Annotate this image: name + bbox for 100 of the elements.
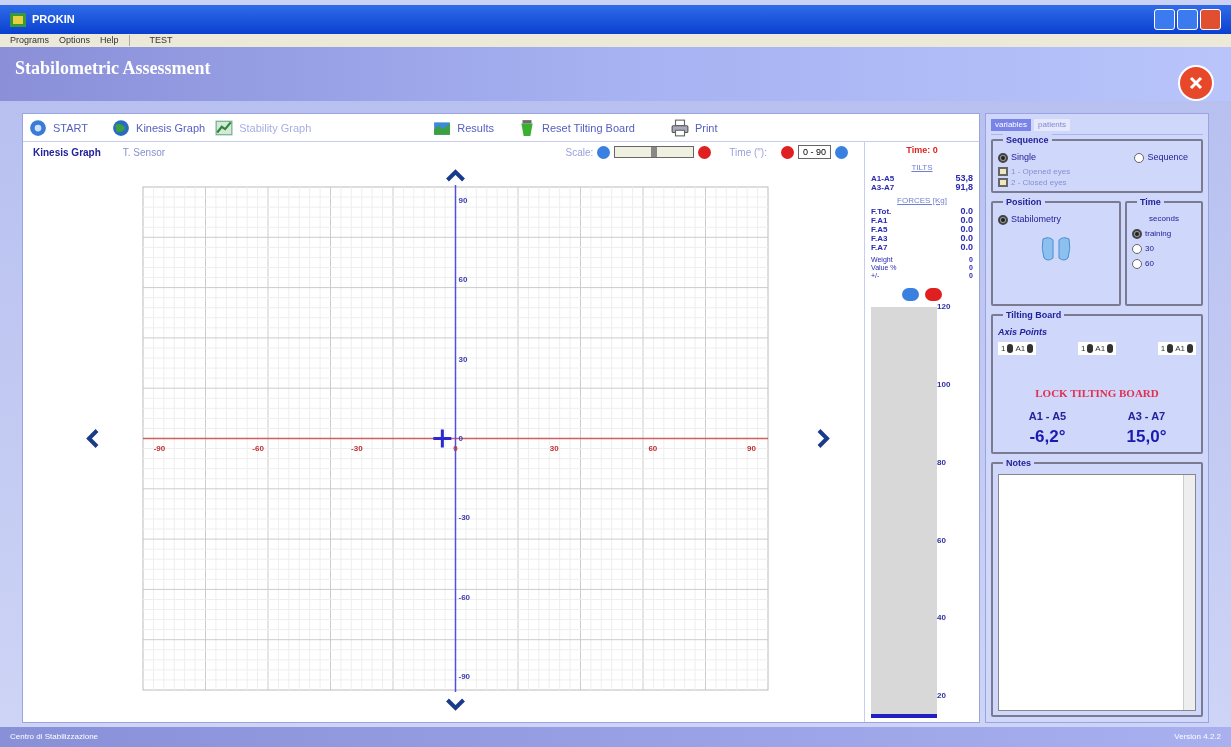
header-title: Stabilometric Assessment	[15, 57, 211, 81]
feet-icon	[1039, 236, 1073, 263]
menu-item[interactable]: Programs	[10, 34, 49, 48]
gauge-tick-label: 60	[937, 536, 947, 545]
value-label: F.A5	[871, 224, 888, 234]
line-chart-icon	[215, 118, 234, 137]
gauge-tick-label: 40	[937, 614, 947, 623]
gauge-tick-label: 80	[937, 458, 947, 467]
radio-option[interactable]: Stabilometry	[998, 212, 1114, 227]
menu-item[interactable]: Help	[100, 34, 119, 48]
y-tick-label: 0	[458, 434, 463, 444]
scale-slider[interactable]	[614, 146, 695, 159]
increase-button[interactable]	[835, 145, 848, 159]
toolbar-button[interactable]: Results	[433, 118, 494, 137]
scale-label: Scale:	[565, 145, 594, 160]
value-text: 53,8	[955, 173, 973, 183]
angle-label: A1 - A5	[1027, 408, 1068, 424]
spinner-field[interactable]: 1 A1	[1077, 342, 1117, 356]
time-field[interactable]: 0 - 90	[798, 145, 831, 160]
angle-value: 15,0°	[1125, 426, 1168, 449]
radio-button[interactable]	[998, 214, 1008, 225]
globe-icon	[112, 118, 131, 137]
toolbar-button[interactable]: Print	[670, 118, 718, 137]
y-tick-label: -60	[458, 593, 471, 603]
radio-option[interactable]: training	[1132, 227, 1196, 240]
radio-option[interactable]: 30	[1132, 242, 1196, 255]
maximize-button[interactable]	[1177, 9, 1198, 31]
radio-button[interactable]	[998, 153, 1008, 164]
y-tick-label: -30	[458, 513, 471, 523]
radio-option[interactable]: 60	[1132, 257, 1196, 270]
toolbar-button[interactable]: Kinesis Graph	[112, 118, 206, 137]
close-icon	[1188, 75, 1204, 92]
spin-icon[interactable]	[1087, 344, 1094, 354]
decrease-button[interactable]	[698, 145, 712, 159]
minimize-button[interactable]	[1154, 9, 1175, 31]
close-button[interactable]	[1178, 65, 1214, 102]
y-tick-label: 30	[458, 355, 468, 364]
slider-thumb[interactable]	[651, 147, 658, 158]
radio-button[interactable]	[1132, 228, 1142, 239]
y-tick-label: 60	[458, 275, 468, 285]
spin-icon[interactable]	[1167, 344, 1174, 354]
spinner-field[interactable]: 1 A1	[998, 342, 1037, 356]
toolbar-button[interactable]: START	[29, 118, 89, 137]
app-icon	[10, 12, 26, 27]
value-text: 0.0	[960, 215, 973, 225]
value-label: F.A1	[871, 215, 888, 225]
radio-button[interactable]	[1132, 243, 1142, 254]
value-label: F.A7	[871, 242, 888, 252]
value-label: A3-A7	[871, 182, 895, 192]
circle-icon	[29, 118, 47, 137]
angle-value: -6,2°	[1028, 426, 1067, 449]
gauge-tick-label: 120	[937, 302, 951, 311]
subtitle: Axis Points	[998, 325, 1048, 339]
radio-button[interactable]	[1132, 258, 1142, 269]
gauge-tick-label: 20	[937, 692, 947, 701]
x-tick-label: 90	[747, 443, 756, 453]
decrease-button[interactable]	[781, 145, 794, 159]
radio-option[interactable]: Sequence	[1134, 151, 1188, 165]
group-title: Tilting Board	[1003, 308, 1065, 323]
section-title: TILTS	[910, 161, 934, 174]
spin-icon[interactable]	[1187, 344, 1193, 354]
value-label: F.Tot.	[871, 206, 892, 216]
printer-icon	[670, 118, 689, 137]
menu-item[interactable]: TEST	[149, 34, 173, 48]
timer-text: Time: 0	[905, 144, 939, 158]
spin-icon[interactable]	[1107, 344, 1114, 354]
menu-item[interactable]: Options	[59, 34, 91, 48]
section-title: FORCES [Kg]	[896, 194, 948, 207]
x-tick-label: -60	[252, 443, 264, 453]
window-title: PROKIN	[32, 12, 75, 28]
toolbar-button[interactable]: Reset Tilting Board	[518, 118, 635, 137]
value-label: F.A3	[871, 233, 888, 243]
x-tick-label: -30	[351, 443, 363, 453]
radio-button[interactable]	[1134, 153, 1145, 164]
spin-icon[interactable]	[1027, 344, 1034, 354]
radio-option[interactable]: Single	[998, 151, 1037, 165]
increase-button[interactable]	[597, 145, 611, 159]
y-tick-label: 90	[458, 196, 468, 206]
scrollbar[interactable]	[1183, 474, 1195, 711]
x-tick-label: 30	[549, 443, 559, 453]
start-button[interactable]	[902, 287, 919, 301]
y-tick-label: -90	[458, 672, 471, 682]
value-text: 0.0	[960, 242, 973, 252]
x-tick-label: 0	[453, 443, 458, 453]
close-button[interactable]	[1200, 9, 1221, 31]
angle-label: A3 - A7	[1126, 408, 1167, 424]
value-text: 91,8	[955, 182, 973, 192]
value-text: 0.0	[960, 206, 973, 216]
x-tick-label: 60	[648, 443, 658, 453]
value-text: 0.0	[960, 233, 973, 243]
status-text: Centro di Stabilizzazione	[10, 731, 99, 744]
spinner-field[interactable]: 1 A1	[1157, 342, 1196, 356]
data-point	[433, 429, 452, 448]
unit-text: seconds	[1148, 212, 1180, 225]
version-text: Version 4.2.2	[1174, 731, 1221, 744]
spin-icon[interactable]	[1007, 344, 1014, 354]
x-tick-label: -90	[153, 443, 166, 453]
stop-button[interactable]	[925, 287, 942, 301]
graph-tab[interactable]: Kinesis Graph	[33, 144, 101, 160]
value-label: A1-A5	[871, 173, 895, 183]
